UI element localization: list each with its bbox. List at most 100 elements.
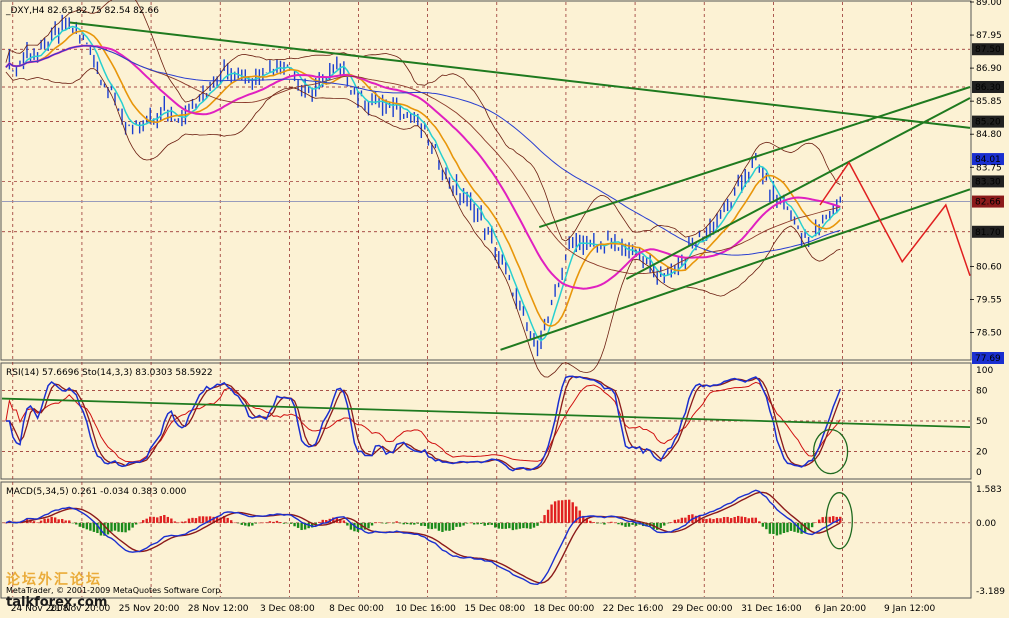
- x-tick-label: 3 Dec 08:00: [260, 604, 315, 614]
- macd-histogram-bar: [684, 517, 687, 523]
- macd-histogram-bar: [719, 518, 722, 523]
- macd-histogram-bar: [279, 522, 282, 523]
- macd-histogram-bar: [388, 522, 391, 524]
- macd-histogram-bar: [282, 522, 286, 524]
- macd-histogram-bar: [124, 522, 127, 533]
- macd-histogram-bar: [680, 517, 684, 523]
- macd-histogram-bar: [247, 522, 251, 527]
- macd-histogram-bar: [420, 522, 423, 526]
- macd-histogram-bar: [166, 516, 170, 523]
- macd-histogram-bar: [423, 522, 427, 527]
- macd-histogram-bar: [89, 522, 92, 531]
- macd-histogram-bar: [46, 518, 50, 523]
- macd-histogram-bar: [518, 522, 522, 529]
- rsi-tick-label: 50: [976, 417, 988, 427]
- macd-histogram-bar: [145, 518, 148, 523]
- x-tick-label: 25 Nov 20:00: [119, 604, 180, 614]
- y-tick-label: 83.30: [975, 177, 1001, 187]
- macd-histogram-bar: [127, 522, 131, 531]
- main-header: _DXY,H4 82.63 82.75 82.54 82.66: [5, 6, 159, 16]
- macd-histogram-bar: [465, 522, 469, 524]
- macd-histogram-bar: [156, 517, 159, 523]
- chart-canvas: 24 Nov 200821 Nov 20:00 25 Nov 20:00 28 No…: [0, 0, 1005, 614]
- macd-histogram-bar: [57, 519, 60, 523]
- macd-histogram-bar: [163, 514, 166, 523]
- macd-histogram-bar: [617, 522, 620, 525]
- macd-histogram-bar: [342, 520, 346, 523]
- macd-histogram-bar: [296, 522, 300, 528]
- x-tick-label: 8 Dec 00:00: [329, 604, 384, 614]
- rsi-trendline: [1, 397, 971, 429]
- macd-histogram-bar: [173, 521, 177, 523]
- ma-orange-line: [5, 29, 841, 327]
- macd-histogram-bar: [624, 522, 627, 527]
- y-tick-label: 80.60: [976, 262, 1002, 272]
- macd-histogram-bar: [152, 516, 155, 523]
- macd-histogram-bar: [61, 518, 64, 523]
- macd-histogram-bar: [761, 522, 765, 527]
- y-tick-label: 81.70: [975, 228, 1001, 238]
- macd-histogram-bar: [68, 520, 71, 523]
- macd-histogram-bar: [293, 522, 296, 527]
- trendline: [625, 97, 971, 280]
- macd-histogram-bar: [620, 522, 624, 526]
- macd-histogram-bar: [194, 518, 198, 523]
- macd-histogram-bar: [747, 518, 750, 523]
- macd-histogram-bar: [469, 522, 472, 524]
- macd-histogram-bar: [557, 500, 560, 523]
- chart-window: 24 Nov 2008 21 Nov 20:00 25 Nov 20:00 28 No…: [0, 0, 1009, 618]
- y-tick-label: 84.80: [976, 130, 1002, 140]
- macd-histogram-bar: [497, 522, 500, 529]
- trendline: [500, 188, 971, 351]
- macd-histogram-bar: [409, 522, 412, 525]
- macd-histogram-bar: [705, 518, 708, 523]
- macd-histogram-bar: [346, 522, 349, 526]
- macd-histogram-bar: [789, 522, 793, 531]
- x-tick-label: 6 Jan 20:00: [815, 604, 867, 614]
- x-tick-label: 15 Dec 08:00: [465, 604, 526, 614]
- macd-histogram-bar: [775, 522, 779, 536]
- macd-histogram-bar: [592, 522, 596, 523]
- macd-tick-label: -3.189: [976, 587, 1005, 597]
- macd-histogram-bar: [828, 516, 831, 523]
- macd-histogram-bar: [85, 522, 89, 530]
- macd-histogram-bar: [564, 499, 567, 523]
- macd-histogram-bar: [508, 522, 511, 529]
- rsi-tick-label: 0: [976, 468, 982, 478]
- macd-histogram-bar: [560, 500, 564, 523]
- macd-histogram-bar: [751, 517, 754, 523]
- macd-histogram-bar: [451, 522, 455, 530]
- macd-histogram-bar: [71, 522, 74, 524]
- macd-histogram-bar: [170, 518, 173, 523]
- macd-histogram-bar: [821, 517, 824, 523]
- macd-histogram-bar: [462, 522, 465, 526]
- y-tick-label: 85.85: [976, 97, 1002, 107]
- macd-histogram-bar: [377, 522, 381, 523]
- macd-layer: [4, 489, 853, 586]
- macd-histogram-bar: [729, 518, 733, 523]
- macd-histogram-bar: [673, 519, 677, 523]
- macd-histogram-bar: [406, 522, 409, 525]
- macd-histogram-bar: [32, 521, 36, 523]
- macd-histogram-bar: [131, 522, 134, 528]
- y-tick-label: 83.75: [976, 163, 1002, 173]
- macd-histogram-bar: [596, 522, 599, 524]
- trendline: [538, 86, 971, 229]
- macd-histogram-bar: [430, 522, 434, 530]
- pane-frames: [0, 0, 972, 599]
- macd-histogram-bar: [82, 522, 85, 529]
- macd-histogram-bar: [504, 522, 508, 529]
- macd-histogram-bar: [501, 522, 504, 529]
- macd-histogram-bar: [543, 515, 546, 523]
- macd-histogram-bar: [187, 518, 191, 523]
- macd-histogram-bar: [444, 522, 448, 531]
- y-tick-label: 78.50: [976, 329, 1002, 339]
- macd-histogram-bar: [229, 520, 233, 523]
- macd-histogram-bar: [39, 520, 43, 523]
- macd-histogram-bar: [768, 522, 772, 534]
- macd-histogram-bar: [50, 516, 53, 523]
- macd-histogram-bar: [740, 516, 743, 523]
- macd-histogram-bar: [240, 522, 243, 525]
- macd-histogram-bar: [184, 521, 187, 523]
- macd-histogram-bar: [120, 522, 124, 533]
